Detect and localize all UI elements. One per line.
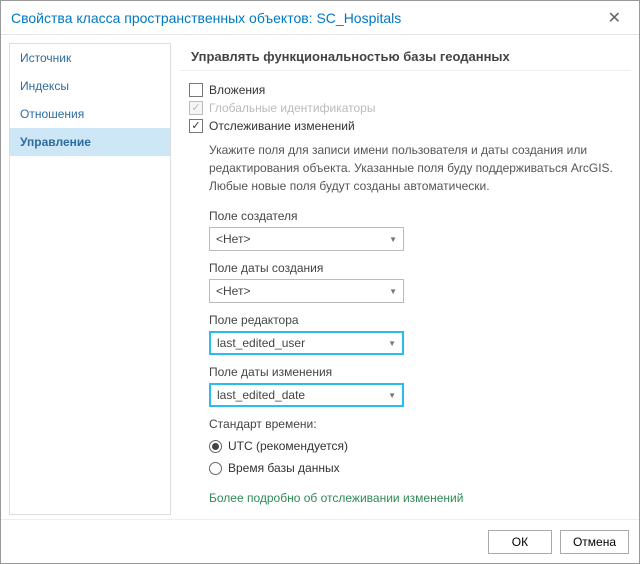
time-standard-label: Стандарт времени: xyxy=(209,417,613,431)
utc-radio-row: UTC (рекомендуется) xyxy=(209,439,613,453)
created-date-block: Поле даты создания <Нет> ▼ xyxy=(209,261,613,303)
creator-field-block: Поле создателя <Нет> ▼ xyxy=(209,209,613,251)
check-icon: ✓ xyxy=(191,103,200,114)
tracking-checkbox[interactable]: ✓ xyxy=(189,119,203,133)
sidebar-item-label: Управление xyxy=(20,135,91,149)
created-date-label: Поле даты создания xyxy=(209,261,613,275)
content-scroll[interactable]: Вложения ✓ Глобальные идентификаторы ✓ О… xyxy=(179,70,631,515)
sidebar-item-label: Индексы xyxy=(20,79,69,93)
dialog: Свойства класса пространственных объекто… xyxy=(0,0,640,564)
chevron-down-icon: ▼ xyxy=(389,235,397,244)
globalid-row: ✓ Глобальные идентификаторы xyxy=(189,101,613,115)
close-button[interactable]: ✕ xyxy=(600,4,629,32)
chevron-down-icon: ▼ xyxy=(388,391,396,400)
select-value: last_edited_date xyxy=(217,388,305,402)
time-standard-block: Стандарт времени: UTC (рекомендуется) Вр… xyxy=(209,417,613,475)
sidebar-item-label: Источник xyxy=(20,51,71,65)
chevron-down-icon: ▼ xyxy=(389,287,397,296)
panel-title: Управлять функциональностью базы геоданн… xyxy=(179,43,631,70)
creator-field-label: Поле создателя xyxy=(209,209,613,223)
ok-button[interactable]: ОК xyxy=(488,530,552,554)
utc-radio[interactable] xyxy=(209,440,222,453)
created-date-select[interactable]: <Нет> ▼ xyxy=(209,279,404,303)
dbtime-radio-row: Время базы данных xyxy=(209,461,613,475)
creator-field-select[interactable]: <Нет> ▼ xyxy=(209,227,404,251)
select-value: last_edited_user xyxy=(217,336,305,350)
sidebar-item-indexes[interactable]: Индексы xyxy=(10,72,170,100)
select-value: <Нет> xyxy=(216,232,250,246)
editor-field-block: Поле редактора last_edited_user ▼ xyxy=(209,313,613,355)
globalid-checkbox: ✓ xyxy=(189,101,203,115)
more-info-link[interactable]: Более подробно об отслеживании изменений xyxy=(209,491,613,505)
attachments-checkbox[interactable] xyxy=(189,83,203,97)
edited-date-block: Поле даты изменения last_edited_date ▼ xyxy=(209,365,613,407)
sidebar-item-relations[interactable]: Отношения xyxy=(10,100,170,128)
dbtime-label: Время базы данных xyxy=(228,461,340,475)
editor-field-label: Поле редактора xyxy=(209,313,613,327)
sidebar-item-source[interactable]: Источник xyxy=(10,44,170,72)
dbtime-radio[interactable] xyxy=(209,462,222,475)
globalid-label: Глобальные идентификаторы xyxy=(209,101,375,115)
edited-date-select[interactable]: last_edited_date ▼ xyxy=(209,383,404,407)
tracking-description: Укажите поля для записи имени пользовате… xyxy=(209,141,613,195)
tracking-label: Отслеживание изменений xyxy=(209,119,355,133)
chevron-down-icon: ▼ xyxy=(388,339,396,348)
attachments-row: Вложения xyxy=(189,83,613,97)
content-wrap: Управлять функциональностью базы геоданн… xyxy=(179,43,631,515)
sidebar-item-manage[interactable]: Управление xyxy=(10,128,170,156)
dialog-body: Источник Индексы Отношения Управление Уп… xyxy=(1,35,639,519)
sidebar-item-label: Отношения xyxy=(20,107,84,121)
editor-field-select[interactable]: last_edited_user ▼ xyxy=(209,331,404,355)
utc-label: UTC (рекомендуется) xyxy=(228,439,348,453)
check-icon: ✓ xyxy=(191,121,200,132)
titlebar: Свойства класса пространственных объекто… xyxy=(1,1,639,35)
attachments-label: Вложения xyxy=(209,83,265,97)
sidebar: Источник Индексы Отношения Управление xyxy=(9,43,171,515)
edited-date-label: Поле даты изменения xyxy=(209,365,613,379)
dialog-title: Свойства класса пространственных объекто… xyxy=(11,10,401,26)
cancel-button[interactable]: Отмена xyxy=(560,530,629,554)
close-icon: ✕ xyxy=(608,10,621,27)
select-value: <Нет> xyxy=(216,284,250,298)
footer: ОК Отмена xyxy=(1,519,639,563)
tracking-row: ✓ Отслеживание изменений xyxy=(189,119,613,133)
